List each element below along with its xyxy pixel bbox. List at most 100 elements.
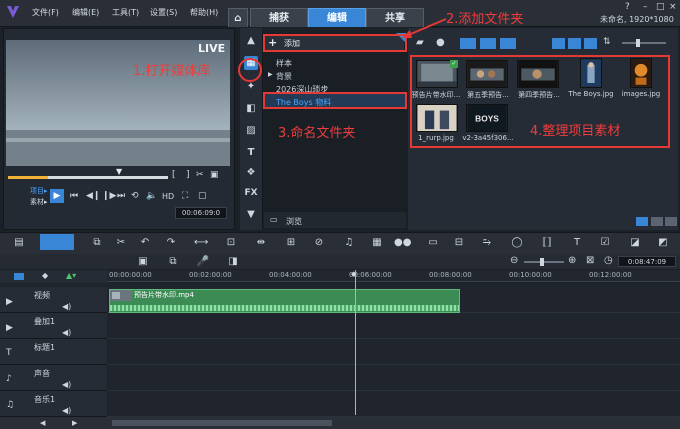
scroll-thumb[interactable] [112,420,332,426]
track-manager-icon[interactable] [14,273,24,280]
audio-mixer-icon[interactable]: ♫ [342,236,356,250]
zoom-timecode[interactable]: 0:08:47:09 [618,256,676,267]
fit-project-icon[interactable]: ⟷ [194,236,208,250]
title-icon[interactable]: T [244,146,258,160]
show-title-icon[interactable] [636,217,648,226]
motion-track-icon[interactable]: ▦ [370,236,384,250]
mode-project[interactable]: 项目▸ [30,186,48,196]
export-icon[interactable]: ◩ [656,236,670,250]
timeline-scrollbar[interactable] [0,417,680,429]
mark-out-icon[interactable]: ] [186,170,190,180]
browse-icon[interactable]: ▭ [270,215,278,224]
multicam-icon[interactable]: ⊟ [452,236,466,250]
fit-timeline-icon[interactable]: ⊠ [586,255,594,266]
home-icon[interactable]: ⏮ [70,191,78,201]
graphics-icon[interactable]: ❖ [244,166,258,180]
zoom-fit-icon[interactable]: ⊡ [224,236,238,250]
volume-icon[interactable]: 🔈 [146,191,157,201]
show-photo-icon[interactable] [480,38,496,49]
smart-render-icon[interactable]: ◨ [226,255,240,269]
show-audio-icon[interactable] [500,38,516,49]
mic-icon[interactable]: 🎤 [196,255,210,269]
menu-settings[interactable]: 设置(S) [150,7,177,18]
fx-icon[interactable]: FX [244,186,258,200]
zoom-in-icon[interactable]: ⊕ [568,255,576,266]
zoom-slider-handle[interactable] [540,258,544,266]
detail-view-icon[interactable] [568,38,581,49]
sound-effects-icon[interactable]: ◪ [628,236,642,250]
mark-in-icon[interactable]: [ [172,170,176,180]
folder-backgrounds[interactable]: 背景 [276,71,292,82]
options-icon[interactable] [651,217,663,226]
3d-title-icon[interactable]: T [570,236,584,250]
chapter-icon[interactable]: ▣ [136,255,150,269]
zoom-slider[interactable] [524,261,564,263]
collapse-down-icon[interactable]: ▼ [244,208,258,222]
track-lane-overlay[interactable] [107,313,680,339]
auto-music-icon[interactable]: ●● [394,236,411,250]
split-icon[interactable]: ✂ [196,170,204,180]
music-volume-icon[interactable]: ◀) [62,406,71,415]
menu-tools[interactable]: 工具(T) [112,7,139,18]
multi-trim-icon[interactable]: ⊞ [284,236,298,250]
video-volume-icon[interactable]: ◀) [62,302,71,311]
storyboard-view-icon[interactable] [40,234,74,250]
split-clip-icon[interactable]: ⇹ [254,236,268,250]
scroll-left-icon[interactable]: ◀ [40,419,45,427]
timecode-display[interactable]: 00:06:09:0 [175,207,227,219]
redo-icon[interactable]: ↷ [164,236,178,250]
prev-frame-icon[interactable]: ◀❙ [86,191,100,201]
sort-icon[interactable]: ⇅ [603,37,611,47]
next-frame-icon[interactable]: ❙▶ [102,191,116,201]
end-icon[interactable]: ⏭ [117,191,125,201]
replace-icon[interactable]: ⧉ [166,255,180,269]
snapshot-icon[interactable]: ▢ [198,191,207,201]
add-marker-icon[interactable]: ◆ [42,271,48,280]
collapse-up-icon[interactable]: ▲ [244,34,258,48]
split-screen-icon[interactable]: ⥲ [480,236,494,250]
playhead-handle-icon[interactable]: ◆ [351,270,356,278]
record-screen-icon[interactable]: ⊘ [312,236,326,250]
track-lane-music[interactable] [107,391,680,417]
thumb-view-icon[interactable] [584,38,597,49]
time-remap-icon[interactable]: ⟦⟧ [540,236,554,250]
minimize-icon[interactable]: – [643,2,648,12]
play-icon[interactable]: ▶ [50,189,64,203]
list-view-icon[interactable] [552,38,565,49]
voice-volume-icon[interactable]: ◀) [62,380,71,389]
menu-file[interactable]: 文件(F) [32,7,59,18]
playhead[interactable] [355,270,356,415]
menu-edit[interactable]: 编辑(E) [72,7,99,18]
zoom-out-icon[interactable]: ⊖ [510,255,518,266]
enable-ripple-icon[interactable]: ▲▾ [66,271,76,280]
instant-project-icon[interactable]: ✦ [244,80,258,94]
track-lane-title[interactable] [107,339,680,365]
thumb-size-handle[interactable] [636,39,640,47]
browse-label[interactable]: 浏览 [286,216,302,227]
mask-icon[interactable]: ◯ [510,236,524,250]
preview-screen[interactable] [6,40,230,166]
folder-samples[interactable]: 样本 [276,58,292,69]
close-icon[interactable]: × [669,2,677,12]
scroll-right-icon[interactable]: ▶ [72,419,77,427]
home-tab-icon[interactable]: ⌂ [228,8,248,27]
subtitle-icon[interactable]: ▭ [426,236,440,250]
repeat-icon[interactable]: ⟲ [131,191,139,201]
timeline-view-icon[interactable]: ▤ [12,236,26,250]
panel-toggle-icon[interactable] [665,217,677,226]
menu-help[interactable]: 帮助(H) [190,7,218,18]
color-grading-icon[interactable]: ☑ [598,236,612,250]
thumb-size-slider[interactable] [622,42,666,44]
show-video-icon[interactable] [460,38,476,49]
scrubber-handle-icon[interactable]: ▼ [116,167,122,176]
track-lane-voice[interactable] [107,365,680,391]
hd-toggle[interactable]: HD [162,192,174,201]
tab-capture[interactable]: 捕获 [250,8,308,27]
enlarge-icon[interactable]: ⛶ [182,191,188,201]
tab-edit[interactable]: 编辑 [308,8,366,27]
expand-arrow-icon[interactable]: ▶ [268,71,273,78]
trim-icon[interactable]: ✂ [114,236,128,250]
help-icon[interactable]: ? [625,2,630,12]
maximize-icon[interactable]: □ [656,2,665,12]
mode-clip[interactable]: 素材▸ [30,197,48,207]
